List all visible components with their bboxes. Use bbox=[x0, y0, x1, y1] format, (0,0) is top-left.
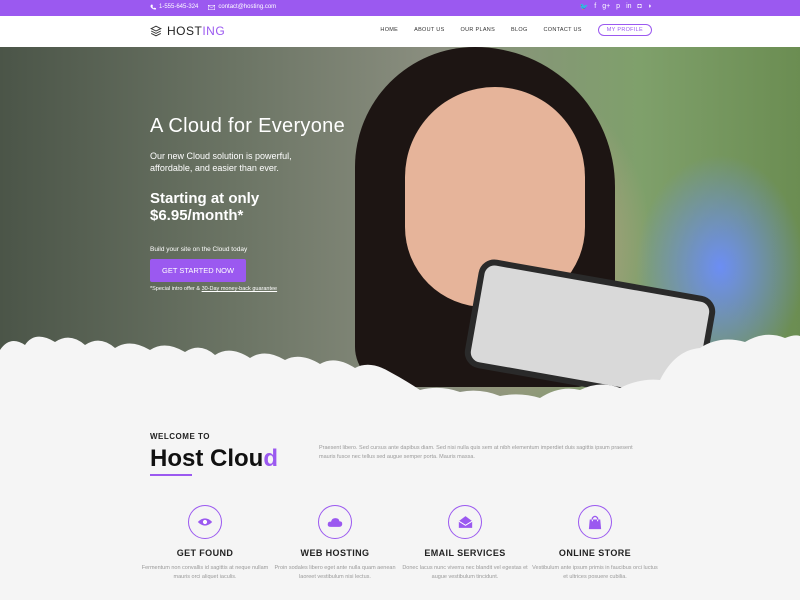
welcome-title: Host Cloud bbox=[150, 445, 278, 473]
logo-text: HOSTING bbox=[167, 24, 225, 38]
top-bar: 1-555-645-324 contact@hosting.com 🐦 f g+… bbox=[0, 0, 800, 16]
main-nav: HOME ABOUT US OUR PLANS BLOG CONTACT US … bbox=[380, 24, 652, 36]
features-row: GET FOUND Fermentum non convallis id sag… bbox=[140, 505, 660, 582]
logo-text-main: HOST bbox=[167, 24, 203, 38]
my-profile-button[interactable]: MY PROFILE bbox=[597, 24, 652, 36]
phone-number: 1-555-645-324 bbox=[159, 4, 199, 10]
phone-icon bbox=[150, 4, 156, 10]
feature-desc: Donec lacus nunc viverra nec blandit vel… bbox=[402, 565, 528, 580]
nav-blog[interactable]: BLOG bbox=[511, 27, 527, 33]
welcome-title-main: Host Clou bbox=[150, 445, 264, 472]
hero-note-prefix: *Special intro offer & bbox=[150, 286, 202, 292]
site-logo[interactable]: HOSTING bbox=[150, 24, 225, 38]
welcome-title-accent: d bbox=[263, 445, 278, 472]
feature-title: WEB HOSTING bbox=[300, 548, 370, 558]
site-header: HOSTING HOME ABOUT US OUR PLANS BLOG CON… bbox=[0, 16, 800, 47]
feature-web-hosting: WEB HOSTING Proin sodales libero eget an… bbox=[270, 505, 400, 582]
shopping-bag-icon bbox=[588, 515, 602, 529]
nav-our-plans[interactable]: OUR PLANS bbox=[461, 27, 496, 33]
email-contact[interactable]: contact@hosting.com bbox=[208, 4, 276, 10]
feature-desc: Vestibulum ante ipsum primis in faucibus… bbox=[532, 565, 658, 580]
feature-online-store: ONLINE STORE Vestibulum ante ipsum primi… bbox=[530, 505, 660, 582]
feature-desc: Fermentum non convallis id sagittis at n… bbox=[141, 565, 269, 580]
feature-email-services: EMAIL SERVICES Donec lacus nunc viverra … bbox=[400, 505, 530, 582]
feature-title: ONLINE STORE bbox=[558, 548, 632, 558]
hero-note: *Special intro offer & 30-Day money-back… bbox=[150, 286, 345, 292]
welcome-underline bbox=[150, 474, 192, 476]
hero-price-line2: $6.95/month* bbox=[150, 207, 244, 224]
logo-text-accent: ING bbox=[202, 24, 226, 38]
welcome-text: Praesent libero. Sed cursus ante dapibus… bbox=[319, 445, 633, 460]
feature-icon-circle[interactable] bbox=[318, 505, 352, 539]
google-plus-icon[interactable]: g+ bbox=[602, 3, 610, 11]
guarantee-link[interactable]: 30-Day money-back guarantee bbox=[202, 286, 278, 292]
feature-icon-circle[interactable] bbox=[448, 505, 482, 539]
nav-home[interactable]: HOME bbox=[380, 27, 398, 33]
hero-build-text: Build your site on the Cloud today bbox=[150, 246, 248, 253]
hero-title: A Cloud for Everyone bbox=[150, 115, 345, 137]
envelope-icon bbox=[208, 4, 216, 10]
hero-text: A Cloud for Everyone Our new Cloud solut… bbox=[150, 115, 345, 292]
hero-price-line1: Starting at only bbox=[150, 190, 260, 207]
envelope-open-icon bbox=[458, 516, 472, 528]
feature-get-found: GET FOUND Fermentum non convallis id sag… bbox=[140, 505, 270, 582]
phone-contact[interactable]: 1-555-645-324 bbox=[150, 4, 198, 10]
feature-icon-circle[interactable] bbox=[578, 505, 612, 539]
get-started-button[interactable]: GET STARTED NOW bbox=[150, 259, 247, 282]
cloud-divider bbox=[0, 334, 800, 410]
nav-about-us[interactable]: ABOUT US bbox=[414, 27, 444, 33]
facebook-icon[interactable]: f bbox=[594, 3, 596, 11]
twitter-icon[interactable]: 🐦 bbox=[580, 3, 589, 11]
cloud-icon bbox=[327, 517, 343, 527]
email-address: contact@hosting.com bbox=[218, 4, 277, 10]
feature-title: EMAIL SERVICES bbox=[424, 548, 506, 558]
hero-price: Starting at only $6.95/month* bbox=[150, 190, 345, 224]
social-links: 🐦 f g+ p in ◘ ◗ bbox=[580, 3, 652, 11]
hero-subtitle: Our new Cloud solution is powerful, affo… bbox=[150, 151, 292, 173]
feature-icon-circle[interactable] bbox=[188, 505, 222, 539]
feature-desc: Proin sodales libero eget ante nulla qua… bbox=[274, 565, 396, 580]
feature-title: GET FOUND bbox=[176, 548, 234, 558]
logo-stack-icon bbox=[150, 25, 162, 37]
rss-icon[interactable]: ◗ bbox=[648, 3, 652, 11]
nav-contact-us[interactable]: CONTACT US bbox=[544, 27, 582, 33]
linkedin-icon[interactable]: in bbox=[626, 3, 631, 11]
eye-icon bbox=[197, 518, 213, 526]
welcome-kicker: WELCOME TO bbox=[150, 432, 210, 441]
contact-info: 1-555-645-324 contact@hosting.com bbox=[150, 4, 276, 10]
pinterest-icon[interactable]: p bbox=[616, 3, 620, 11]
instagram-icon[interactable]: ◘ bbox=[638, 3, 642, 11]
